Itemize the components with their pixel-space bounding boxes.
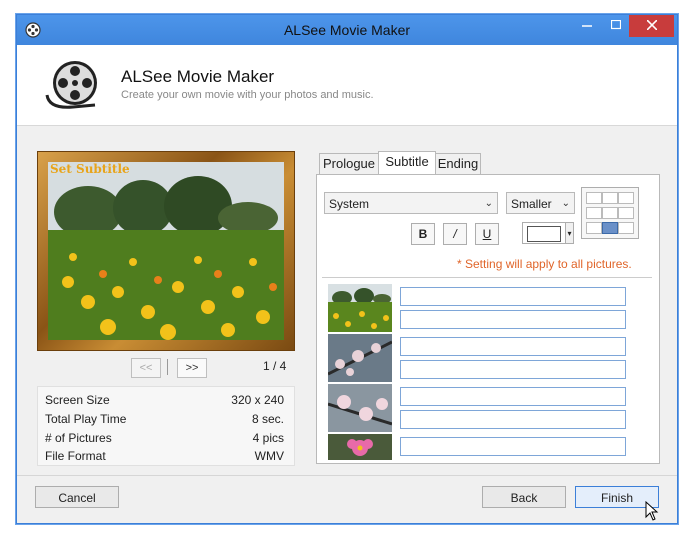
maximize-icon — [610, 19, 622, 30]
bold-button[interactable]: B — [411, 223, 435, 245]
align-top-center[interactable] — [602, 192, 618, 204]
tab-prologue[interactable]: Prologue — [319, 153, 379, 175]
nav-separator — [167, 359, 168, 375]
info-value: 4 pics — [252, 431, 284, 445]
info-key: Screen Size — [45, 393, 110, 407]
thumbnail-blossom-close[interactable] — [328, 384, 392, 432]
next-picture-button[interactable]: >> — [177, 358, 207, 378]
align-middle-right[interactable] — [618, 207, 634, 219]
subtitle-input-1-line-1[interactable] — [400, 287, 626, 306]
preview-frame: Set Subtitle — [37, 151, 295, 351]
film-reel-icon — [45, 61, 97, 109]
header-title: ALSee Movie Maker — [121, 67, 275, 86]
italic-button[interactable]: / — [443, 223, 467, 245]
tab-subtitle[interactable]: Subtitle — [378, 151, 436, 176]
align-bottom-left[interactable] — [586, 222, 602, 234]
close-button[interactable] — [629, 15, 674, 37]
flower-field-image — [48, 162, 284, 340]
movie-info-panel: Screen Size 320 x 240 Total Play Time 8 … — [37, 386, 295, 466]
tab-ending[interactable]: Ending — [435, 153, 481, 175]
blossom-close-thumb-image — [328, 384, 392, 432]
info-row: Total Play Time 8 sec. — [45, 412, 284, 430]
apply-all-note: * Setting will apply to all pictures. — [457, 257, 632, 271]
subtitle-input-3-line-2[interactable] — [400, 410, 626, 429]
size-select-value: Smaller — [511, 197, 552, 211]
subtitle-input-4-line-1[interactable] — [400, 437, 626, 456]
info-key: Total Play Time — [45, 412, 127, 426]
header-subtitle: Create your own movie with your photos a… — [121, 89, 374, 101]
align-bottom-right[interactable] — [618, 222, 634, 234]
close-icon — [645, 19, 658, 31]
text-color-picker[interactable] — [522, 222, 570, 244]
info-value: 8 sec. — [251, 412, 284, 426]
chevron-down-icon: ⌄ — [561, 198, 570, 209]
info-row: # of Pictures 4 pics — [45, 431, 284, 449]
flower-field-thumb-image — [328, 284, 392, 332]
title-bar: ALSee Movie Maker — [17, 15, 677, 45]
alignment-grid — [581, 187, 639, 239]
color-dropdown-arrow[interactable]: ▾ — [565, 222, 574, 244]
mouse-cursor-icon — [645, 501, 659, 521]
info-value: WMV — [254, 449, 284, 463]
font-select-value: System — [329, 197, 370, 211]
font-select[interactable]: System ⌄ — [324, 192, 498, 214]
list-divider — [322, 277, 652, 278]
underline-button[interactable]: U — [475, 223, 499, 245]
subtitle-overlay-text: Set Subtitle — [50, 162, 130, 176]
align-middle-center[interactable] — [602, 207, 618, 219]
info-key: # of Pictures — [45, 431, 112, 445]
subtitle-input-1-line-2[interactable] — [400, 310, 626, 329]
info-row: Screen Size 320 x 240 — [45, 393, 284, 411]
align-middle-left[interactable] — [586, 207, 602, 219]
info-key: File Format — [45, 449, 106, 463]
thumbnail-flower-field[interactable] — [328, 284, 392, 332]
header-banner: ALSee Movie Maker Create your own movie … — [17, 45, 677, 126]
subtitle-input-3-line-1[interactable] — [400, 387, 626, 406]
align-top-left[interactable] — [586, 192, 602, 204]
previous-picture-button[interactable]: << — [131, 358, 161, 378]
minimize-icon — [582, 25, 592, 27]
subtitle-input-2-line-2[interactable] — [400, 360, 626, 379]
color-swatch — [527, 226, 561, 242]
thumbnail-blossom-branch[interactable] — [328, 334, 392, 382]
preview-image: Set Subtitle — [48, 162, 284, 340]
subtitle-input-2-line-1[interactable] — [400, 337, 626, 356]
cancel-button[interactable]: Cancel — [35, 486, 119, 508]
movie-maker-window: ALSee Movie Maker ALSee Movie Maker Crea… — [16, 14, 678, 524]
info-value: 320 x 240 — [231, 393, 284, 407]
minimize-button[interactable] — [572, 15, 602, 37]
align-top-right[interactable] — [618, 192, 634, 204]
back-button[interactable]: Back — [482, 486, 566, 508]
page-indicator: 1 / 4 — [263, 359, 287, 373]
maximize-button[interactable] — [601, 15, 631, 37]
thumbnail-pink-flower[interactable] — [328, 434, 392, 460]
pink-flower-thumb-image — [328, 434, 392, 460]
info-row: File Format WMV — [45, 449, 284, 467]
chevron-down-icon: ⌄ — [484, 198, 493, 209]
size-select[interactable]: Smaller ⌄ — [506, 192, 575, 214]
footer-divider — [17, 475, 677, 476]
align-bottom-center[interactable] — [602, 222, 618, 234]
blossom-branch-thumb-image — [328, 334, 392, 382]
